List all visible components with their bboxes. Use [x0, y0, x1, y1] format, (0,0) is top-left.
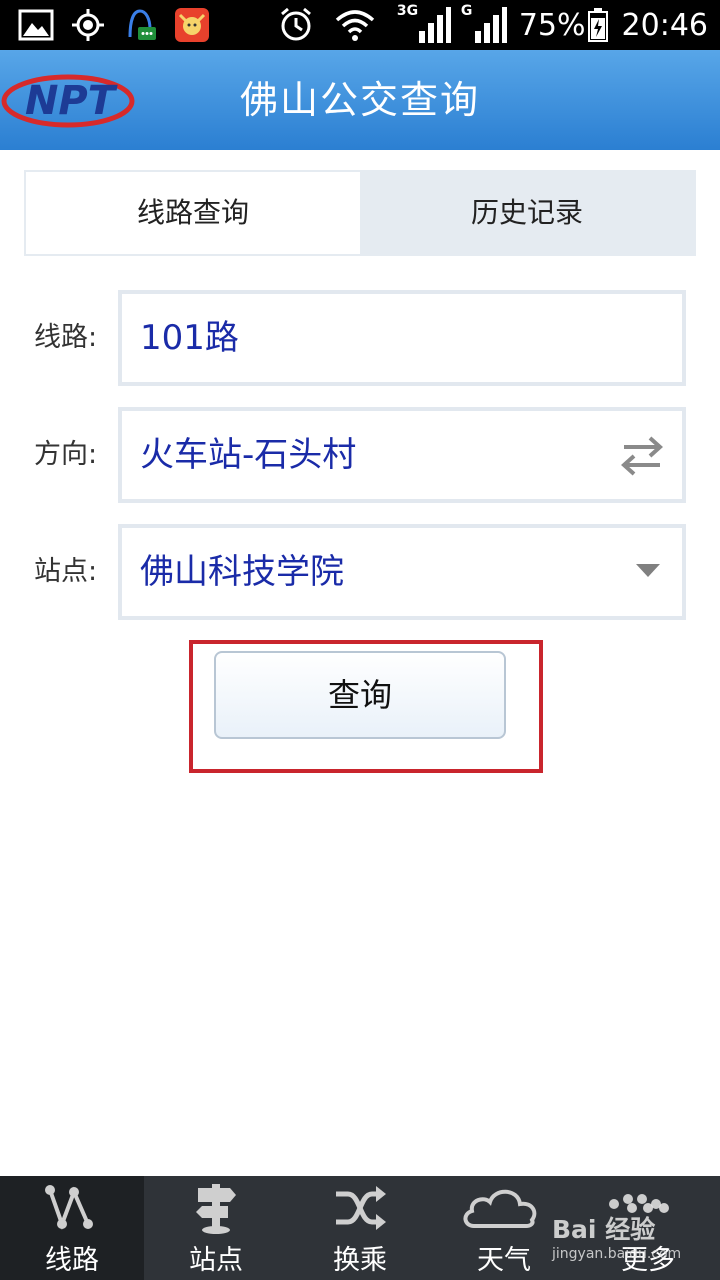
direction-row: 方向: 火车站-石头村	[0, 407, 720, 503]
route-label: 线路:	[34, 322, 98, 353]
gps-icon	[70, 7, 106, 43]
battery-percent: 75%	[518, 7, 586, 43]
tab-bar: 线路查询 历史记录	[24, 170, 696, 256]
swap-icon[interactable]	[618, 433, 666, 477]
baidu-watermark: Bai 经验 jingyan.baidu.com	[552, 1192, 712, 1268]
image-icon	[18, 7, 54, 43]
chat-icon	[122, 7, 158, 43]
tab-route-query[interactable]: 线路查询	[26, 172, 360, 254]
direction-field[interactable]: 火车站-石头村	[118, 407, 686, 503]
nav-route-label: 线路	[45, 1245, 99, 1276]
nav-transfer-label: 换乘	[333, 1245, 387, 1276]
cloud-icon	[460, 1182, 548, 1234]
tab-history[interactable]: 历史记录	[360, 172, 694, 254]
station-row: 站点: 佛山科技学院	[0, 524, 720, 620]
nav-station[interactable]: 站点	[144, 1176, 288, 1280]
station-select[interactable]: 佛山科技学院	[118, 524, 686, 620]
clock: 20:46	[621, 7, 708, 43]
signal-icon-2: G	[461, 3, 507, 45]
direction-value: 火车站-石头村	[140, 435, 357, 475]
signal-icon: 3G	[397, 3, 451, 45]
shuffle-icon	[332, 1182, 388, 1234]
query-button[interactable]: 查询	[214, 651, 506, 739]
nav-station-label: 站点	[189, 1245, 243, 1276]
wifi-icon	[335, 8, 375, 42]
battery-icon	[587, 8, 608, 42]
route-input[interactable]: 101路	[118, 290, 686, 386]
nav-route[interactable]: 线路	[0, 1176, 144, 1280]
watermark-url: jingyan.baidu.com	[552, 1246, 682, 1262]
route-row: 线路: 101路	[0, 290, 720, 386]
route-icon	[44, 1182, 100, 1234]
dropdown-icon[interactable]	[636, 564, 660, 577]
station-value: 佛山科技学院	[140, 552, 344, 592]
status-bar: 3G G 75% 20:46	[0, 0, 720, 50]
app-title: 佛山公交查询	[239, 78, 480, 122]
app-header: NPT 佛山公交查询	[0, 50, 720, 150]
station-label: 站点:	[34, 556, 98, 587]
nav-transfer[interactable]: 换乘	[288, 1176, 432, 1280]
app-icon	[174, 7, 210, 43]
direction-label: 方向:	[34, 439, 98, 470]
alarm-icon	[277, 6, 315, 44]
route-value: 101路	[140, 318, 239, 358]
signpost-icon	[188, 1182, 244, 1234]
watermark-text: Bai 经验	[552, 1215, 656, 1244]
